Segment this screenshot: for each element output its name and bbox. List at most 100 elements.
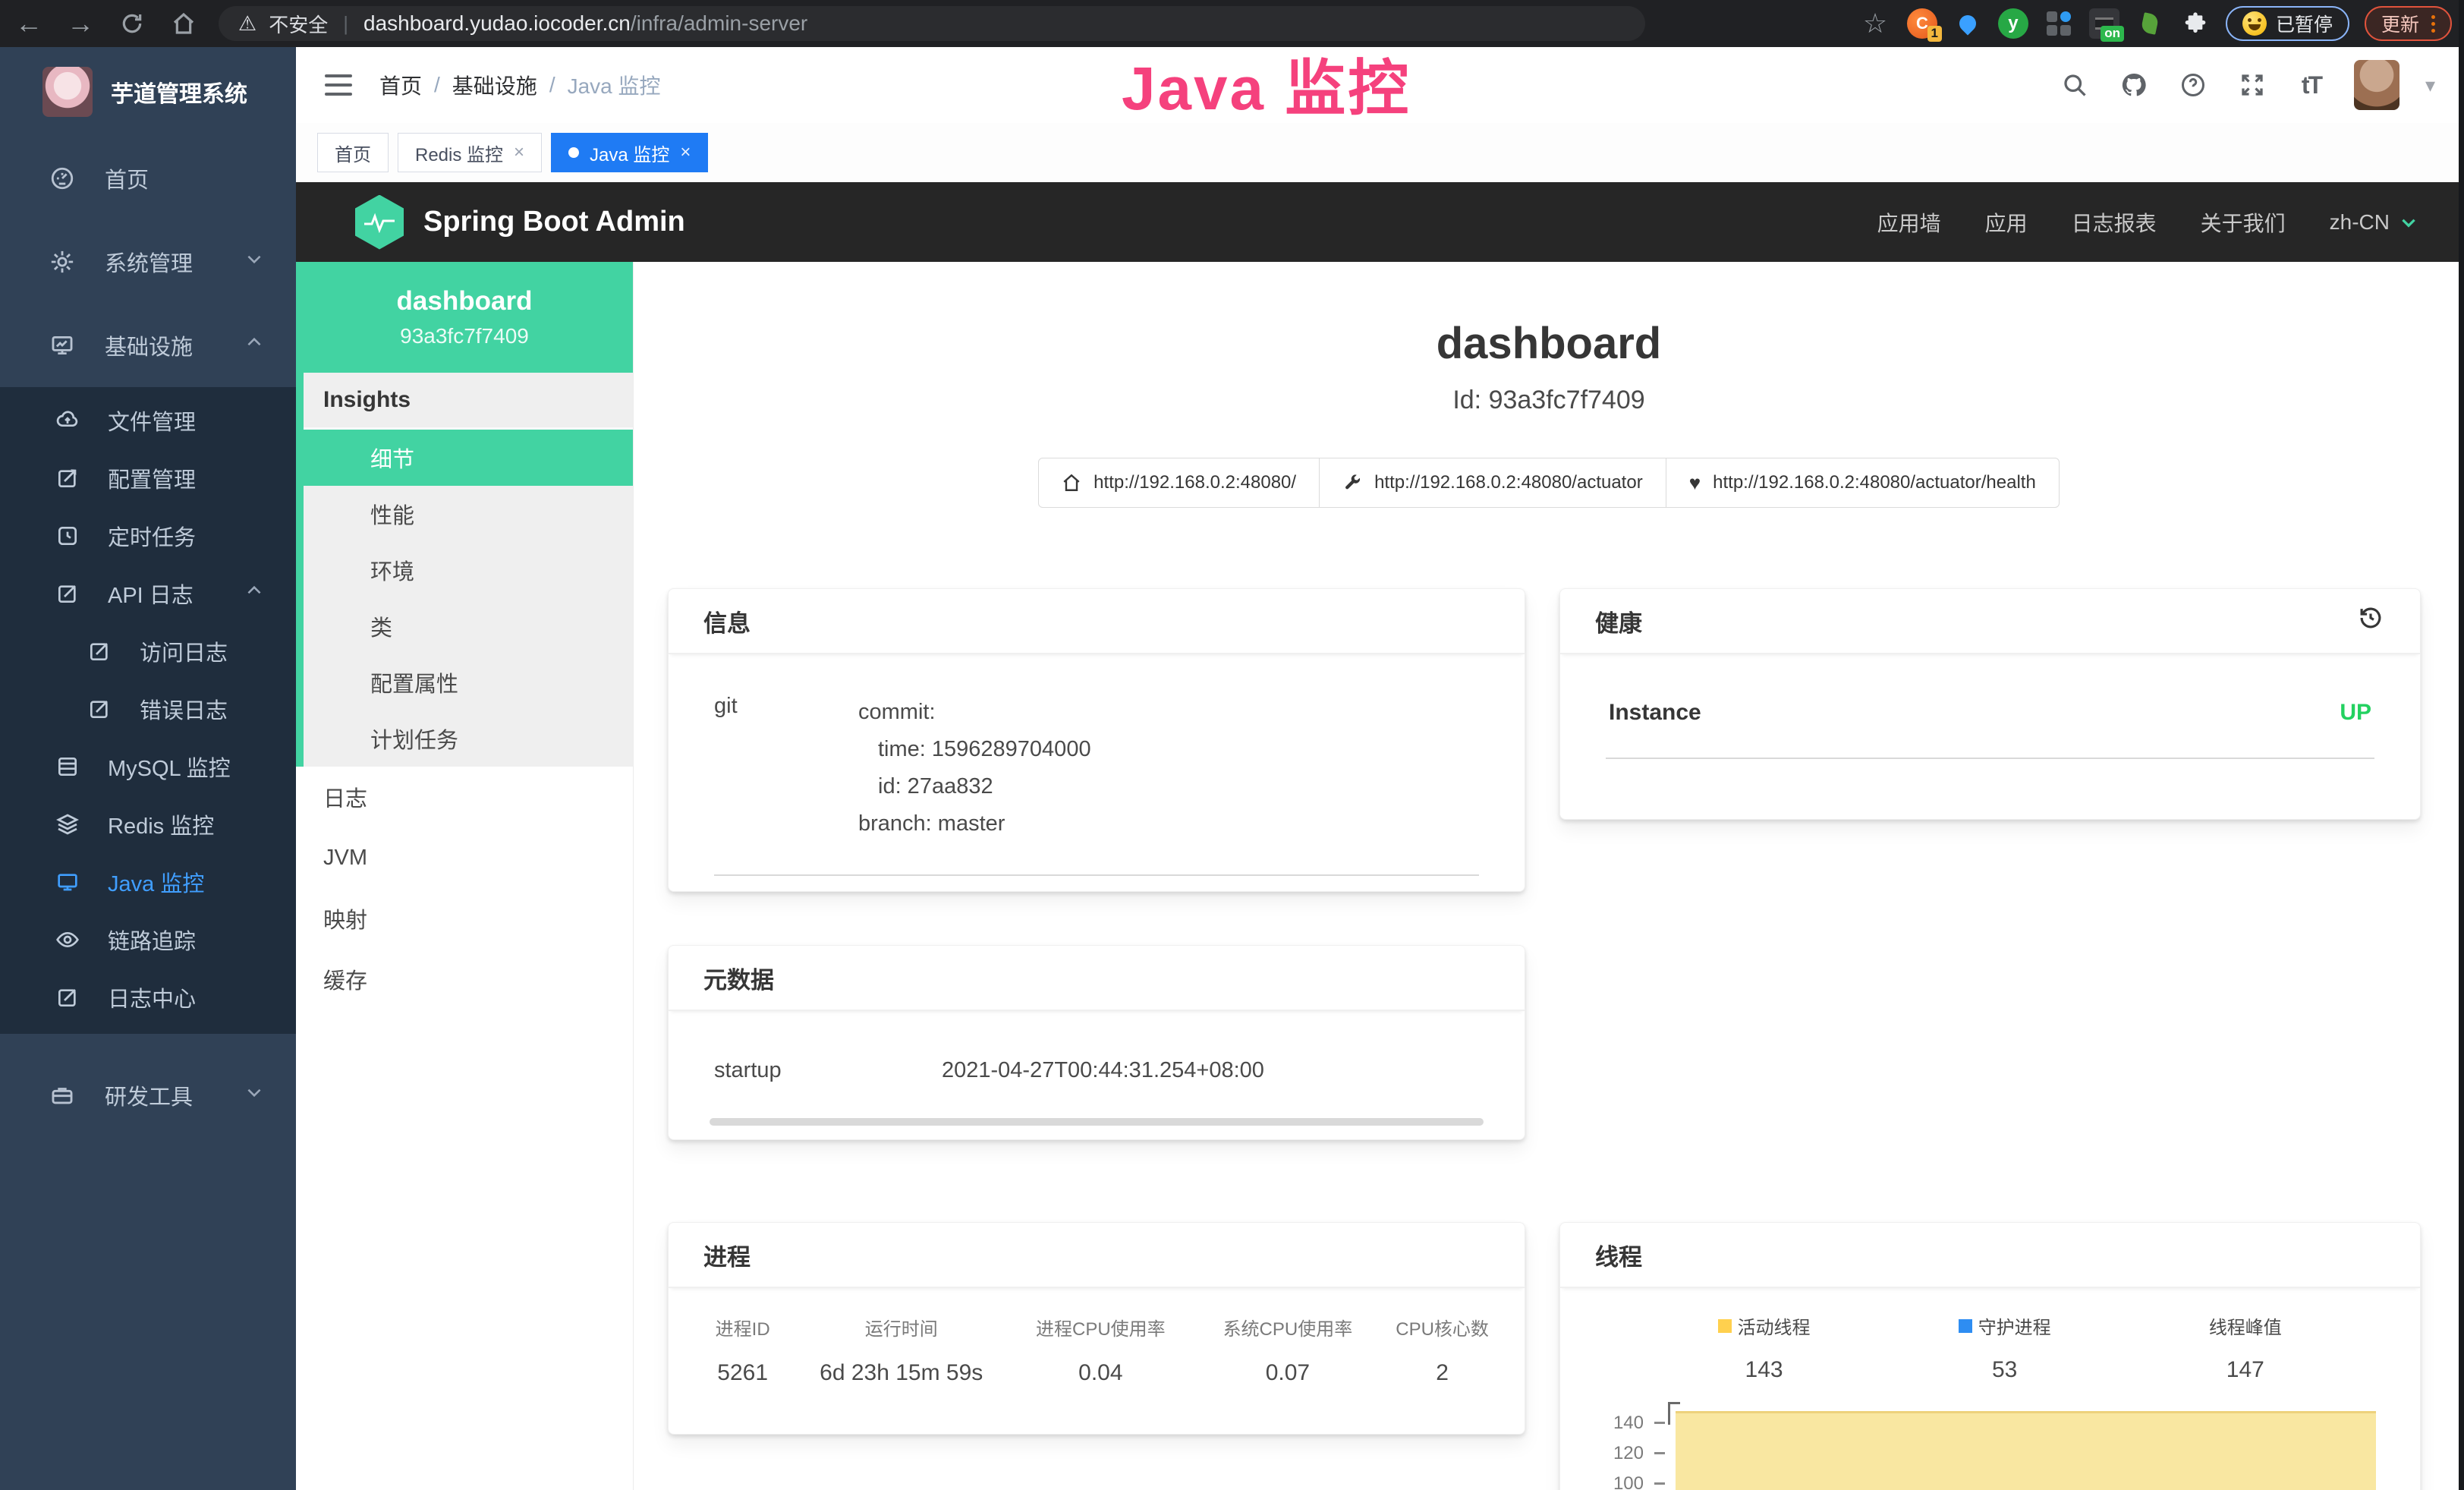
threads-stats: 活动线程 143 守护进程 53 线程峰值 147 (1644, 1312, 2420, 1383)
tag-java-active[interactable]: Java 监控 × (551, 133, 708, 172)
help-icon[interactable] (2176, 68, 2210, 102)
sidebar-item-accesslog[interactable]: 访问日志 (0, 622, 296, 680)
sidebar-item-job[interactable]: 定时任务 (0, 507, 296, 565)
gear-icon (47, 249, 77, 275)
hamburger-icon[interactable] (325, 74, 352, 96)
breadcrumb-home[interactable]: 首页 (379, 70, 422, 100)
extension-colorzilla-icon[interactable]: C1 (1907, 8, 1937, 39)
address-bar[interactable]: ⚠ 不安全 | dashboard.yudao.iocoder.cn/infra… (219, 6, 1645, 41)
health-card-title: 健康 (1595, 604, 1642, 638)
stat-value: 147 (2125, 1357, 2365, 1383)
val-system-cpu: 0.07 (1194, 1360, 1382, 1386)
profile-emoji-icon (2242, 11, 2267, 36)
service-url-button[interactable]: http://192.168.0.2:48080/ (1038, 458, 1320, 508)
stat-value: 53 (1884, 1357, 2125, 1383)
sba-item-logging[interactable]: 日志 (296, 767, 633, 827)
sidebar-item-apilog[interactable]: API 日志 (0, 565, 296, 622)
sba-item-configprops[interactable]: 配置属性 (304, 654, 633, 710)
sba-item-caches[interactable]: 缓存 (296, 949, 633, 1010)
extension-leaf-icon[interactable] (2135, 8, 2165, 39)
app-logo-image (42, 67, 93, 117)
info-card: 信息 git commit: time: 1596289704000 id: 2… (668, 588, 1525, 892)
eye-icon (53, 928, 82, 952)
close-icon[interactable]: × (514, 142, 524, 163)
bookmark-star-icon[interactable]: ☆ (1858, 7, 1892, 40)
sba-item-details[interactable]: 细节 (304, 430, 633, 486)
sba-item-mappings[interactable]: 映射 (296, 888, 633, 949)
header-actions: tT ▾ (2058, 60, 2435, 110)
git-branch-line: branch: master (858, 805, 1091, 843)
extensions-puzzle-icon[interactable] (2180, 8, 2211, 39)
browser-menu-icon[interactable] (2431, 15, 2435, 33)
sidebar-item-file[interactable]: 文件管理 (0, 392, 296, 449)
history-icon[interactable] (2356, 603, 2385, 638)
github-icon[interactable] (2117, 68, 2151, 102)
process-table-header: 进程ID 运行时间 进程CPU使用率 系统CPU使用率 CPU核心数 (690, 1314, 1503, 1340)
val-cpus: 2 (1381, 1360, 1503, 1386)
extension-y-icon[interactable]: y (1998, 8, 2028, 39)
instance-id-line: Id: 93a3fc7f7409 (634, 386, 2464, 415)
health-url-button[interactable]: ♥ http://192.168.0.2:48080/actuator/heal… (1666, 458, 2060, 508)
sba-item-jvm[interactable]: JVM (296, 827, 633, 888)
fullscreen-icon[interactable] (2236, 68, 2269, 102)
stat-label: 活动线程 (1738, 1312, 1811, 1339)
chevron-up-icon (244, 581, 264, 606)
sba-nav-journal[interactable]: 日志报表 (2072, 207, 2157, 238)
sba-nav-applications[interactable]: 应用 (1985, 207, 2028, 238)
sidebar-item-java-monitor[interactable]: Java 监控 (0, 853, 296, 911)
forward-icon[interactable]: → (64, 7, 97, 40)
home-icon[interactable] (167, 7, 200, 40)
sidebar-item-trace[interactable]: 链路追踪 (0, 911, 296, 969)
tag-redis[interactable]: Redis 监控 × (398, 133, 542, 172)
row-divider (1606, 758, 2374, 759)
sba-item-classes[interactable]: 类 (304, 598, 633, 654)
sba-nav-about[interactable]: 关于我们 (2201, 207, 2286, 238)
app-logo-row[interactable]: 芋道管理系统 (0, 47, 296, 137)
profile-paused-pill[interactable]: 已暂停 (2226, 6, 2349, 41)
extension-switch-icon[interactable]: on (2089, 8, 2119, 39)
sidebar-item-infra[interactable]: 基础设施 (0, 304, 296, 387)
sidebar-item-config[interactable]: 配置管理 (0, 449, 296, 507)
git-id-line: id: 27aa832 (858, 768, 1091, 805)
info-card-body: git commit: time: 1596289704000 id: 27aa… (669, 654, 1525, 843)
instance-hero: dashboard Id: 93a3fc7f7409 http://192.16… (634, 262, 2464, 508)
sidebar-item-logcenter[interactable]: 日志中心 (0, 969, 296, 1026)
font-size-icon[interactable]: tT (2295, 68, 2328, 102)
monitor-icon (53, 870, 82, 894)
sidebar-item-home[interactable]: 首页 (0, 137, 296, 220)
app-sidebar: 芋道管理系统 首页 系统管理 基础设施 文件管理 配置管理 (0, 47, 296, 1490)
user-avatar[interactable] (2354, 60, 2399, 110)
sba-item-metrics[interactable]: 性能 (304, 486, 633, 542)
sidebar-item-label: 定时任务 (108, 520, 196, 552)
sba-item-environment[interactable]: 环境 (304, 542, 633, 598)
sba-locale-select[interactable]: zh-CN (2330, 210, 2418, 235)
back-icon[interactable]: ← (12, 7, 46, 40)
actuator-url-button[interactable]: http://192.168.0.2:48080/actuator (1319, 458, 1666, 508)
spring-boot-admin-logo (355, 195, 404, 250)
chevron-down-icon (244, 1082, 264, 1108)
y-tick-100: 100 (1586, 1473, 1644, 1490)
tag-label: Redis 监控 (415, 140, 503, 166)
instance-links: http://192.168.0.2:48080/ http://192.168… (634, 458, 2464, 508)
tag-home[interactable]: 首页 (317, 133, 389, 172)
extension-grid-icon[interactable] (2044, 8, 2074, 39)
sidebar-item-devtools[interactable]: 研发工具 (0, 1054, 296, 1137)
sidebar-item-errorlog[interactable]: 错误日志 (0, 680, 296, 738)
chrome-update-button[interactable]: 更新 (2365, 6, 2452, 41)
search-icon[interactable] (2058, 68, 2091, 102)
avatar-caret-icon[interactable]: ▾ (2425, 74, 2435, 97)
breadcrumb-infra[interactable]: 基础设施 (452, 70, 537, 100)
sba-nav-wallboard[interactable]: 应用墙 (1877, 207, 1941, 238)
sba-item-scheduledtasks[interactable]: 计划任务 (304, 710, 633, 767)
actuator-url: http://192.168.0.2:48080/actuator (1374, 472, 1643, 493)
horizontal-scrollbar[interactable] (710, 1118, 1484, 1126)
breadcrumb-separator: / (549, 73, 555, 97)
sidebar-item-mysql[interactable]: MySQL 监控 (0, 738, 296, 795)
sidebar-item-redis[interactable]: Redis 监控 (0, 795, 296, 853)
sidebar-item-system[interactable]: 系统管理 (0, 220, 296, 304)
extension-pin-icon[interactable] (1953, 8, 1983, 39)
close-icon[interactable]: × (680, 142, 691, 163)
health-instance-row[interactable]: Instance UP (1560, 654, 2420, 726)
security-label: 不安全 (269, 10, 328, 38)
reload-icon[interactable] (115, 7, 149, 40)
